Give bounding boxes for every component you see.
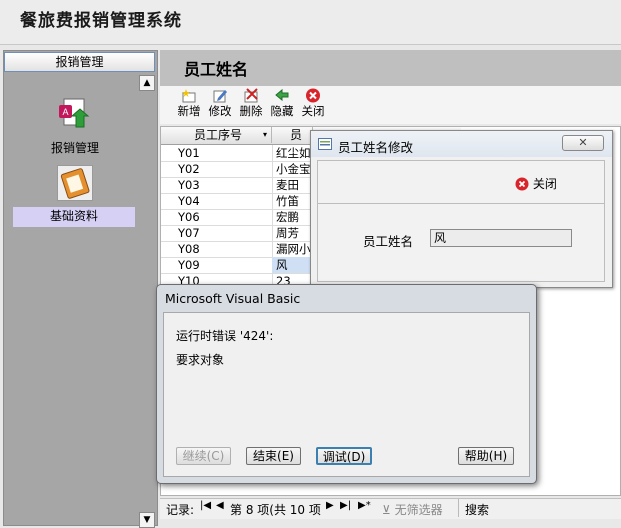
edit-dialog-title: 员工姓名修改 bbox=[338, 140, 414, 155]
record-position[interactable]: 第 8 项(共 10 项 bbox=[230, 501, 321, 518]
delete-button[interactable]: 删除 bbox=[236, 88, 266, 119]
close-x-icon: ✕ bbox=[578, 136, 588, 149]
record-label: 记录: bbox=[166, 503, 195, 517]
search-box[interactable]: 搜索 bbox=[458, 499, 619, 517]
scroll-up-button[interactable]: ▲ bbox=[139, 75, 155, 91]
table-row[interactable]: Y09 风 bbox=[161, 257, 316, 274]
edit-dialog-body bbox=[317, 160, 605, 282]
error-message: 运行时错误 '424': bbox=[176, 329, 274, 343]
close-icon bbox=[515, 177, 529, 191]
nav-item-basic-data[interactable]: 基础资料 bbox=[13, 207, 135, 227]
add-button[interactable]: 新增 bbox=[174, 88, 204, 119]
edit-button[interactable]: 修改 bbox=[205, 88, 235, 119]
edit-icon bbox=[213, 90, 227, 103]
table-row[interactable]: Y03 麦田 bbox=[161, 177, 311, 194]
error-detail: 要求对象 bbox=[176, 353, 225, 367]
employee-id-cell[interactable]: Y04 bbox=[178, 193, 273, 209]
arrow-left-icon bbox=[275, 88, 289, 102]
nav-item-reimbursement[interactable]: 报销管理 bbox=[40, 139, 110, 156]
app-title-bar: 餐旅费报销管理系统 bbox=[0, 0, 621, 45]
first-record-button[interactable]: |◀ bbox=[200, 500, 211, 511]
employee-id-cell[interactable]: Y06 bbox=[178, 209, 273, 225]
svg-text:A: A bbox=[62, 107, 68, 117]
continue-button[interactable]: 继续(C) bbox=[176, 447, 231, 465]
close-form-button[interactable]: 关闭 bbox=[298, 88, 328, 119]
employee-id-cell[interactable]: Y07 bbox=[178, 225, 273, 241]
hide-button[interactable]: 隐藏 bbox=[267, 88, 297, 119]
employee-id-cell[interactable]: Y02 bbox=[178, 161, 273, 177]
column-header-name[interactable]: 员工姓名 bbox=[272, 127, 313, 143]
table-row[interactable]: Y06 宏鹏 bbox=[161, 209, 311, 226]
window-close-button[interactable]: ✕ bbox=[562, 135, 604, 151]
filter-icon: ⊻ bbox=[382, 503, 391, 517]
employee-id-cell[interactable]: Y08 bbox=[178, 241, 273, 257]
help-button[interactable]: 帮助(H) bbox=[458, 447, 514, 465]
prev-record-button[interactable]: ◀ bbox=[216, 500, 224, 511]
last-record-button[interactable]: ▶| bbox=[340, 500, 351, 511]
new-record-button[interactable]: ▶* bbox=[358, 500, 371, 511]
basic-data-icon[interactable] bbox=[57, 165, 93, 201]
form-icon bbox=[318, 138, 332, 150]
form-title: 员工姓名 bbox=[184, 60, 249, 79]
next-record-button[interactable]: ▶ bbox=[326, 500, 334, 511]
delete-icon bbox=[244, 88, 258, 103]
scroll-down-button[interactable]: ▼ bbox=[139, 512, 155, 528]
table-row[interactable]: Y07 周芳 bbox=[161, 225, 311, 242]
dialog-close-button[interactable]: 关闭 bbox=[515, 175, 557, 192]
employee-id-cell[interactable]: Y03 bbox=[178, 177, 273, 193]
debug-button[interactable]: 调试(D) bbox=[316, 447, 372, 465]
nav-group-header[interactable]: 报销管理 bbox=[4, 52, 155, 72]
employee-id-cell[interactable]: Y09 bbox=[178, 257, 273, 273]
table-row[interactable]: Y04 竹笛 bbox=[161, 193, 311, 210]
record-navigation-bar: 记录: |◀ ◀ 第 8 项(共 10 项 ▶ ▶| ▶* ⊻ 无筛选器 搜索 bbox=[160, 498, 621, 519]
employee-name-field[interactable]: 风 bbox=[430, 229, 572, 247]
close-icon bbox=[306, 88, 320, 103]
employee-id-cell[interactable]: Y01 bbox=[178, 145, 273, 161]
app-title: 餐旅费报销管理系统 bbox=[20, 11, 182, 31]
reimbursement-icon[interactable]: A bbox=[58, 96, 92, 130]
dialog-divider bbox=[318, 203, 604, 204]
vb-dialog-title: Microsoft Visual Basic bbox=[165, 291, 301, 306]
add-icon bbox=[182, 89, 196, 103]
filter-status[interactable]: ⊻ 无筛选器 bbox=[382, 501, 443, 518]
table-row[interactable]: Y02 小金宝 bbox=[161, 161, 311, 178]
sort-dropdown-icon[interactable]: ▾ bbox=[245, 127, 267, 143]
employee-name-label: 员工姓名 bbox=[363, 234, 414, 249]
end-button[interactable]: 结束(E) bbox=[246, 447, 301, 465]
table-row[interactable]: Y01 红尘如 bbox=[161, 145, 311, 162]
column-header-id[interactable]: 员工序号 ▾ bbox=[176, 127, 272, 143]
table-row[interactable]: Y08 漏网小 bbox=[161, 241, 311, 258]
